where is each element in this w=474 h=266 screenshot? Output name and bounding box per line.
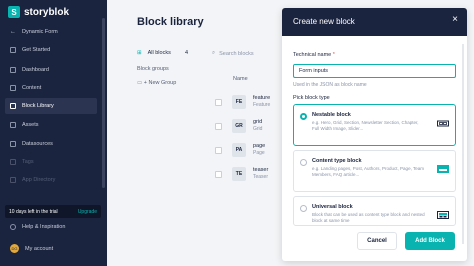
sidebar-item-label: Dashboard bbox=[22, 67, 49, 73]
type-description: e.g. Hero, Grid, Section, Newsletter Sec… bbox=[312, 120, 419, 132]
block-name: page bbox=[253, 143, 266, 149]
sidebar-item-block-library[interactable]: Block Library bbox=[5, 98, 97, 114]
row-checkbox[interactable] bbox=[215, 123, 222, 130]
sidebar-item-label: Tags bbox=[22, 159, 34, 165]
block-badge: FE bbox=[232, 95, 246, 109]
block-type-content[interactable]: Content type block e.g. Landing pages, P… bbox=[293, 150, 456, 192]
sidebar-item-datasources[interactable]: Datasources bbox=[0, 136, 100, 152]
type-title: Nestable block bbox=[312, 112, 351, 118]
logo-mark-icon: S bbox=[8, 6, 20, 18]
technical-name-input[interactable]: Form inputs bbox=[293, 64, 456, 78]
block-badge: TE bbox=[232, 167, 246, 181]
cancel-button[interactable]: Cancel bbox=[357, 232, 397, 250]
help-label: Help & Inspiration bbox=[22, 224, 66, 230]
modal-title: Create new block bbox=[293, 17, 355, 26]
block-name: grid bbox=[253, 119, 263, 125]
apps-icon bbox=[10, 177, 16, 183]
sidebar-item-get-started[interactable]: Get Started bbox=[0, 42, 100, 58]
sidebar-item-label: Content bbox=[22, 85, 42, 91]
modal-scrollbar[interactable] bbox=[462, 44, 464, 244]
sidebar: S storyblok ← Dynamic Form Get Started D… bbox=[0, 0, 107, 266]
upgrade-link[interactable]: Upgrade bbox=[78, 209, 97, 215]
type-title: Universal block bbox=[312, 204, 353, 210]
trial-banner: 10 days left in the trial Upgrade bbox=[5, 205, 101, 218]
sidebar-item-assets[interactable]: Assets bbox=[0, 117, 100, 133]
sidebar-item-label: Block Library bbox=[22, 103, 54, 109]
sidebar-item-label: Get Started bbox=[22, 47, 51, 53]
blocks-icon: ⊞ bbox=[137, 50, 142, 56]
sidebar-item-content[interactable]: Content bbox=[0, 80, 100, 96]
block-display-name: Page bbox=[253, 150, 265, 156]
row-checkbox[interactable] bbox=[215, 147, 222, 154]
help-link[interactable]: Help & Inspiration bbox=[10, 224, 65, 230]
content-type-block-icon bbox=[437, 165, 449, 173]
type-description: Block that can be used as content type b… bbox=[312, 212, 425, 224]
space-switcher[interactable]: ← Dynamic Form bbox=[0, 24, 100, 40]
new-group-label: + New Group bbox=[143, 80, 177, 86]
universal-radio[interactable] bbox=[300, 205, 307, 212]
modal-header: Create new block × bbox=[282, 8, 467, 36]
row-checkbox[interactable] bbox=[215, 171, 222, 178]
search-icon: ⌕ bbox=[212, 50, 216, 56]
block-groups-label: Block groups bbox=[137, 66, 169, 72]
all-blocks-count: 4 bbox=[185, 50, 189, 56]
technical-name-label-text: Technical name bbox=[293, 52, 332, 58]
sidebar-scrollbar[interactable] bbox=[102, 18, 105, 188]
search-blocks[interactable]: ⌕ Search blocks bbox=[212, 50, 254, 57]
help-icon bbox=[10, 224, 16, 230]
content-icon bbox=[10, 85, 16, 91]
row-checkbox[interactable] bbox=[215, 99, 222, 106]
nestable-radio[interactable] bbox=[300, 113, 307, 120]
folder-icon: ▭ bbox=[137, 80, 143, 86]
sidebar-item-label: Datasources bbox=[22, 141, 53, 147]
storyblok-logo[interactable]: S storyblok bbox=[8, 6, 69, 18]
block-name: feature bbox=[253, 95, 271, 101]
new-group-button[interactable]: ▭ + New Group bbox=[137, 80, 176, 86]
nestable-block-icon bbox=[437, 120, 449, 127]
account-label: My account bbox=[25, 245, 54, 252]
block-badge: PA bbox=[232, 143, 246, 157]
tags-icon bbox=[10, 159, 16, 165]
rocket-icon bbox=[10, 47, 16, 53]
content-type-radio[interactable] bbox=[300, 159, 307, 166]
sidebar-item-dashboard[interactable]: Dashboard bbox=[0, 62, 100, 78]
sidebar-item-label: Assets bbox=[22, 122, 39, 128]
block-display-name: Grid bbox=[253, 126, 263, 132]
block-library-icon bbox=[10, 103, 16, 109]
technical-name-hint: Used in the JSON as block name bbox=[293, 82, 367, 88]
sidebar-item-app-directory[interactable]: App Directory bbox=[0, 172, 100, 188]
account-link[interactable]: DG My account bbox=[10, 244, 53, 253]
all-blocks-filter[interactable]: ⊞ All blocks bbox=[137, 50, 171, 56]
datasources-icon bbox=[10, 141, 16, 147]
column-header-name[interactable]: Name bbox=[233, 76, 248, 82]
block-type-label: Pick block type bbox=[293, 95, 330, 101]
page-title: Block library bbox=[137, 16, 204, 28]
arrow-left-icon: ← bbox=[10, 29, 16, 35]
search-placeholder: Search blocks bbox=[219, 50, 254, 57]
space-name: Dynamic Form bbox=[22, 29, 58, 35]
block-type-universal[interactable]: Universal block Block that can be used a… bbox=[293, 196, 456, 226]
universal-block-icon bbox=[437, 211, 449, 219]
sidebar-item-tags[interactable]: Tags bbox=[0, 154, 100, 170]
logo-text: storyblok bbox=[24, 6, 70, 18]
avatar: DG bbox=[10, 244, 19, 253]
technical-name-label: Technical name * bbox=[293, 52, 335, 58]
sidebar-item-label: App Directory bbox=[22, 177, 56, 183]
block-display-name: Feature bbox=[253, 102, 271, 108]
type-description: e.g. Landing pages, Post, Authors, Produ… bbox=[312, 166, 424, 178]
trial-text: 10 days left in the trial bbox=[9, 208, 58, 215]
dashboard-icon bbox=[10, 67, 16, 73]
assets-icon bbox=[10, 122, 16, 128]
type-title: Content type block bbox=[312, 158, 362, 164]
block-display-name: Teaser bbox=[253, 174, 269, 180]
close-icon[interactable]: × bbox=[452, 14, 458, 25]
all-blocks-label: All blocks bbox=[147, 50, 171, 56]
required-marker: * bbox=[332, 52, 335, 58]
create-block-modal: Create new block × Technical name * Form… bbox=[282, 8, 467, 261]
add-block-button[interactable]: Add Block bbox=[405, 232, 455, 250]
block-name: teaser bbox=[253, 167, 269, 173]
block-badge: GR bbox=[232, 119, 246, 133]
block-type-nestable[interactable]: Nestable block e.g. Hero, Grid, Section,… bbox=[293, 104, 456, 146]
